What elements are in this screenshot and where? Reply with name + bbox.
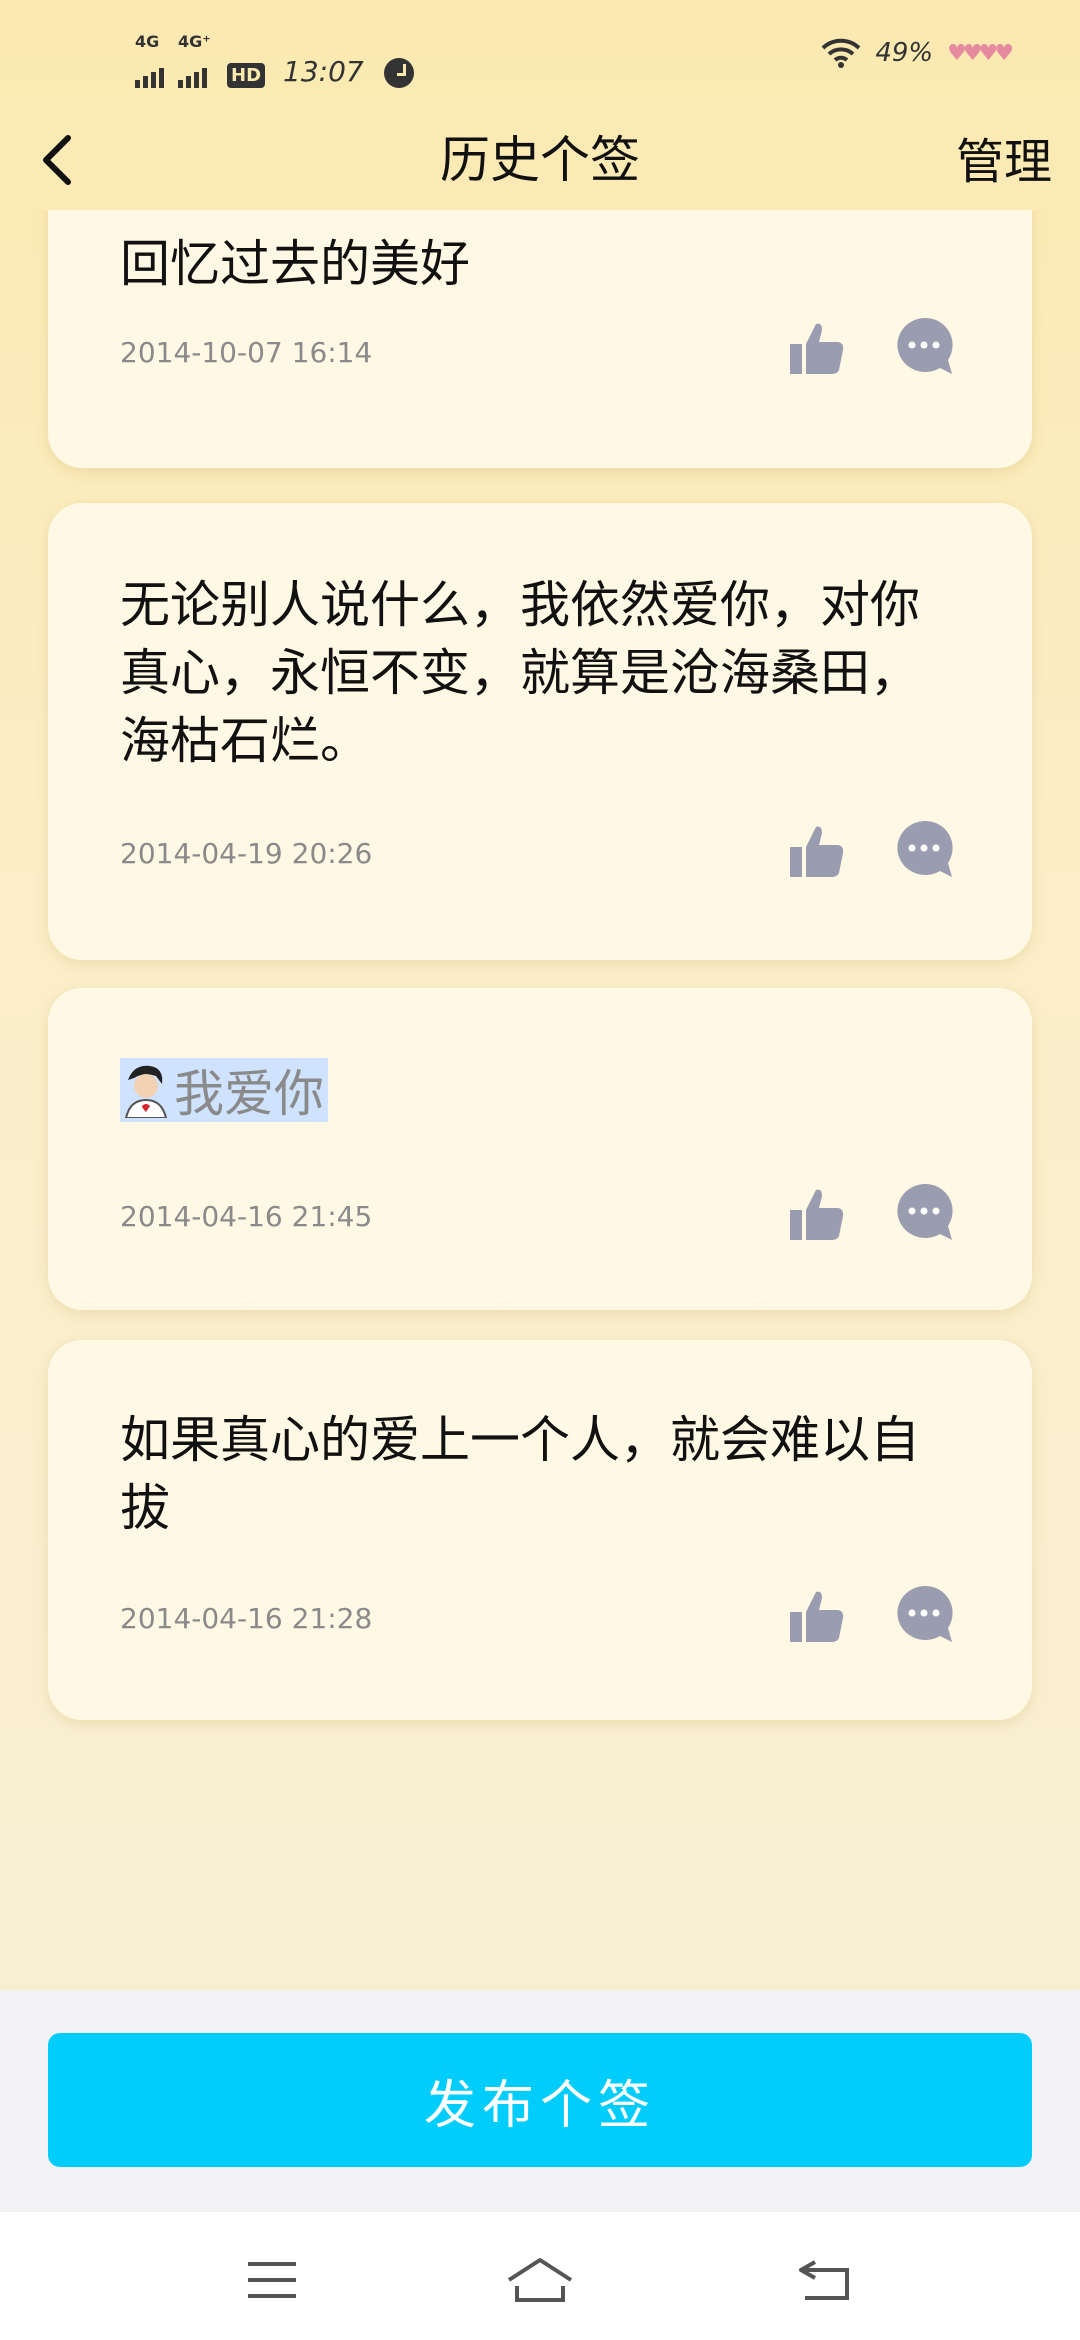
header: 历史个签 管理	[0, 110, 1080, 210]
signature-card[interactable]: 回忆过去的美好 2014-10-07 16:14	[48, 210, 1032, 468]
comment-icon[interactable]	[894, 316, 954, 376]
signature-text: 如果真心的爱上一个人，就会难以自拔	[120, 1411, 920, 1537]
signature-date: 2014-10-07 16:14	[120, 336, 373, 369]
thumbs-up-icon[interactable]	[786, 1184, 846, 1244]
signature-date: 2014-04-19 20:26	[120, 837, 373, 870]
signature-text: 我爱你	[174, 1065, 324, 1123]
status-time: 13:07	[283, 55, 364, 88]
battery-level: 49%	[875, 38, 934, 68]
thumbs-up-icon[interactable]	[786, 821, 846, 881]
alarm-icon	[383, 58, 414, 88]
thumbs-up-icon[interactable]	[786, 1586, 846, 1646]
cellular-signal-icon: 4G	[135, 32, 164, 88]
home-icon[interactable]	[505, 2256, 575, 2304]
network-type-label: 4G	[135, 32, 160, 51]
signature-card[interactable]: 我爱你 2014-04-16 21:45	[48, 988, 1032, 1310]
emoji-signature: 我爱你	[120, 1058, 328, 1123]
network-type-label-2: 4G⁺	[178, 32, 211, 51]
system-navigation-bar	[0, 2212, 1080, 2340]
cellular-signal-icon-2: 4G⁺	[178, 32, 211, 88]
manage-button[interactable]: 管理	[956, 122, 1052, 192]
status-bar: 4G 4G⁺ HD 13:07 49% ♥♥♥♥	[0, 0, 1080, 120]
page-title: 历史个签	[440, 131, 640, 189]
signature-card[interactable]: 如果真心的爱上一个人，就会难以自拔 2014-04-16 21:28	[48, 1340, 1032, 1720]
back-nav-icon[interactable]	[795, 2256, 855, 2304]
signature-history-list[interactable]: 回忆过去的美好 2014-10-07 16:14 无论别人说什么，我依然爱你，对…	[0, 210, 1080, 1990]
comment-icon[interactable]	[894, 819, 954, 879]
publish-signature-button[interactable]: 发布个签	[48, 2033, 1032, 2167]
thumbs-up-icon[interactable]	[786, 318, 846, 378]
signature-date: 2014-04-16 21:28	[120, 1602, 373, 1635]
signature-card[interactable]: 无论别人说什么，我依然爱你，对你真心，永恒不变，就算是沧海桑田，海枯石烂。 20…	[48, 503, 1032, 960]
hd-badge: HD	[227, 63, 266, 88]
signature-date: 2014-04-16 21:45	[120, 1200, 373, 1233]
avatar-emoji-icon	[120, 1062, 172, 1118]
comment-icon[interactable]	[894, 1182, 954, 1242]
signature-text: 回忆过去的美好	[120, 235, 470, 293]
comment-icon[interactable]	[894, 1584, 954, 1644]
hearts-icon: ♥♥♥♥	[947, 40, 1014, 66]
bottom-action-bar: 发布个签	[0, 1990, 1080, 2212]
menu-icon[interactable]	[242, 2256, 302, 2304]
wifi-icon	[821, 38, 861, 68]
signature-text: 无论别人说什么，我依然爱你，对你真心，永恒不变，就算是沧海桑田，海枯石烂。	[120, 576, 920, 770]
